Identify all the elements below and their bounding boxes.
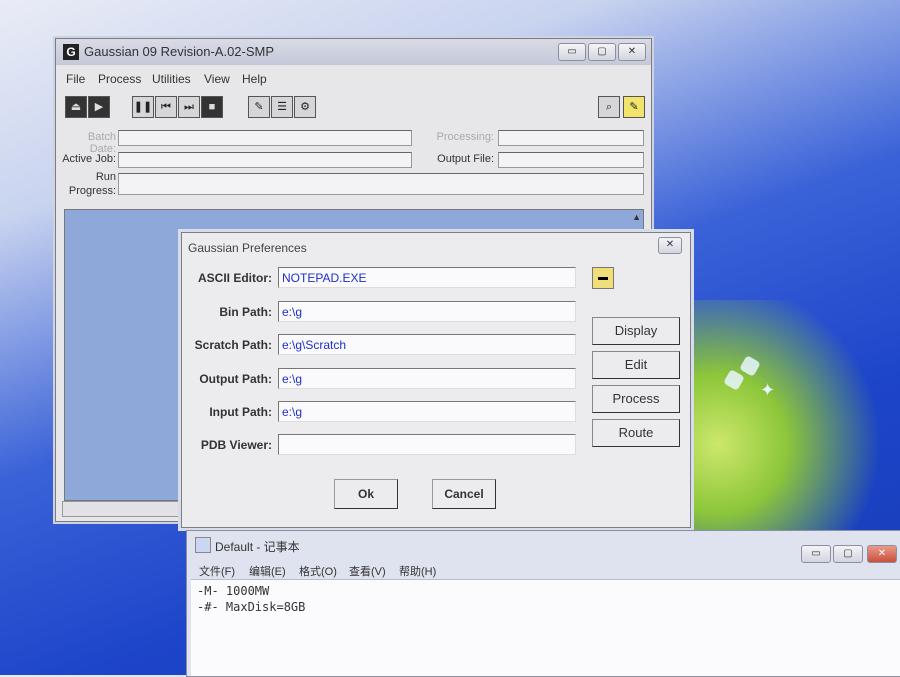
route-button[interactable]: Route: [592, 419, 680, 447]
input-path-label: Input Path:: [209, 405, 272, 419]
scroll-up-arrow-icon[interactable]: ▲: [632, 212, 641, 222]
dialog-title: Gaussian Preferences: [188, 241, 307, 255]
active-job-field: [118, 152, 412, 168]
skip-back-icon[interactable]: ⏮: [155, 96, 177, 118]
settings-icon[interactable]: ⚙: [294, 96, 316, 118]
ok-button[interactable]: Ok: [334, 479, 398, 509]
input-path-field[interactable]: e:\g: [278, 401, 576, 422]
processing-field: [498, 130, 644, 146]
title-bar[interactable]: G Gaussian 09 Revision-A.02-SMP ▭ ▢ ✕: [56, 39, 651, 65]
run-progress-label-line2: Progress:: [68, 185, 116, 197]
run-progress-bar: [118, 173, 644, 195]
pdb-viewer-label: PDB Viewer:: [200, 438, 272, 452]
gaussian-app-icon: G: [63, 44, 79, 60]
browse-folder-icon[interactable]: ▬: [592, 267, 614, 289]
output-file-label: Output File:: [437, 153, 494, 165]
dialog-close-button[interactable]: ✕: [658, 237, 682, 254]
notepad-app-icon: [195, 537, 211, 553]
notepad-menu-file[interactable]: 文件(F): [199, 563, 235, 579]
processing-label: Processing:: [436, 131, 494, 143]
toolbar: ⏏ ▶ ❚❚ ⏮ ⏭ ■ ✎ ☰ ⚙ ⌕ ✎: [56, 93, 651, 121]
menu-view[interactable]: View: [204, 72, 230, 86]
edit-job-icon[interactable]: ✎: [248, 96, 270, 118]
notepad-menu-view[interactable]: 查看(V): [349, 563, 386, 579]
process-button[interactable]: Process: [592, 385, 680, 413]
window-title: Gaussian 09 Revision-A.02-SMP: [84, 44, 275, 59]
eject-icon[interactable]: ⏏: [65, 96, 87, 118]
menu-help[interactable]: Help: [242, 72, 267, 86]
bin-path-label: Bin Path:: [219, 305, 272, 319]
active-job-label: Active Job:: [62, 153, 116, 165]
search-icon[interactable]: ⌕: [598, 96, 620, 118]
batch-date-field: [118, 130, 412, 146]
notepad-menu-edit[interactable]: 编辑(E): [249, 563, 286, 579]
ascii-editor-label: ASCII Editor:: [198, 271, 272, 285]
stop-icon[interactable]: ■: [201, 96, 223, 118]
notepad-menu-help[interactable]: 帮助(H): [399, 563, 436, 579]
play-icon[interactable]: ▶: [88, 96, 110, 118]
ascii-editor-field[interactable]: NOTEPAD.EXE: [278, 267, 576, 288]
notepad-menu-format[interactable]: 格式(O): [299, 563, 337, 579]
notepad-title: Default - 记事本: [215, 540, 300, 554]
notepad-window: Default - 记事本 ▭ ▢ ✕ 文件(F) 编辑(E) 格式(O) 查看…: [186, 530, 900, 677]
notepad-text-area[interactable]: -M- 1000MW -#- MaxDisk=8GB: [191, 579, 900, 676]
bin-path-field[interactable]: e:\g: [278, 301, 576, 322]
batch-date-label: Batch Date:: [87, 131, 116, 155]
output-path-label: Output Path:: [199, 372, 272, 386]
menu-utilities[interactable]: Utilities: [152, 72, 191, 86]
run-progress-label-line1: Run: [95, 171, 116, 183]
wallpaper-butterfly-icon: ✦: [760, 380, 776, 400]
scratch-path-field[interactable]: e:\g\Scratch: [278, 334, 576, 355]
minimize-button[interactable]: ▭: [558, 43, 586, 61]
list-icon[interactable]: ☰: [271, 96, 293, 118]
output-file-field: [498, 152, 644, 168]
notepad-icon[interactable]: ✎: [623, 96, 645, 118]
menu-file[interactable]: File: [66, 72, 85, 86]
pdb-viewer-field[interactable]: [278, 434, 576, 455]
text-line: -#- MaxDisk=8GB: [197, 600, 306, 614]
text-line: -M- 1000MW: [197, 584, 270, 598]
close-button[interactable]: ✕: [618, 43, 646, 61]
gaussian-preferences-dialog: Gaussian Preferences ✕ ASCII Editor: NOT…: [181, 232, 691, 528]
notepad-minimize-button[interactable]: ▭: [801, 545, 831, 563]
scratch-path-label: Scratch Path:: [194, 338, 272, 352]
output-path-field[interactable]: e:\g: [278, 368, 576, 389]
skip-forward-icon[interactable]: ⏭: [178, 96, 200, 118]
pause-icon[interactable]: ❚❚: [132, 96, 154, 118]
cancel-button[interactable]: Cancel: [432, 479, 496, 509]
edit-button[interactable]: Edit: [592, 351, 680, 379]
menu-process[interactable]: Process: [98, 72, 141, 86]
display-button[interactable]: Display: [592, 317, 680, 345]
maximize-button[interactable]: ▢: [588, 43, 616, 61]
notepad-maximize-button[interactable]: ▢: [833, 545, 863, 563]
notepad-close-button[interactable]: ✕: [867, 545, 897, 563]
menu-bar: File Process Utilities View Help: [56, 69, 651, 89]
